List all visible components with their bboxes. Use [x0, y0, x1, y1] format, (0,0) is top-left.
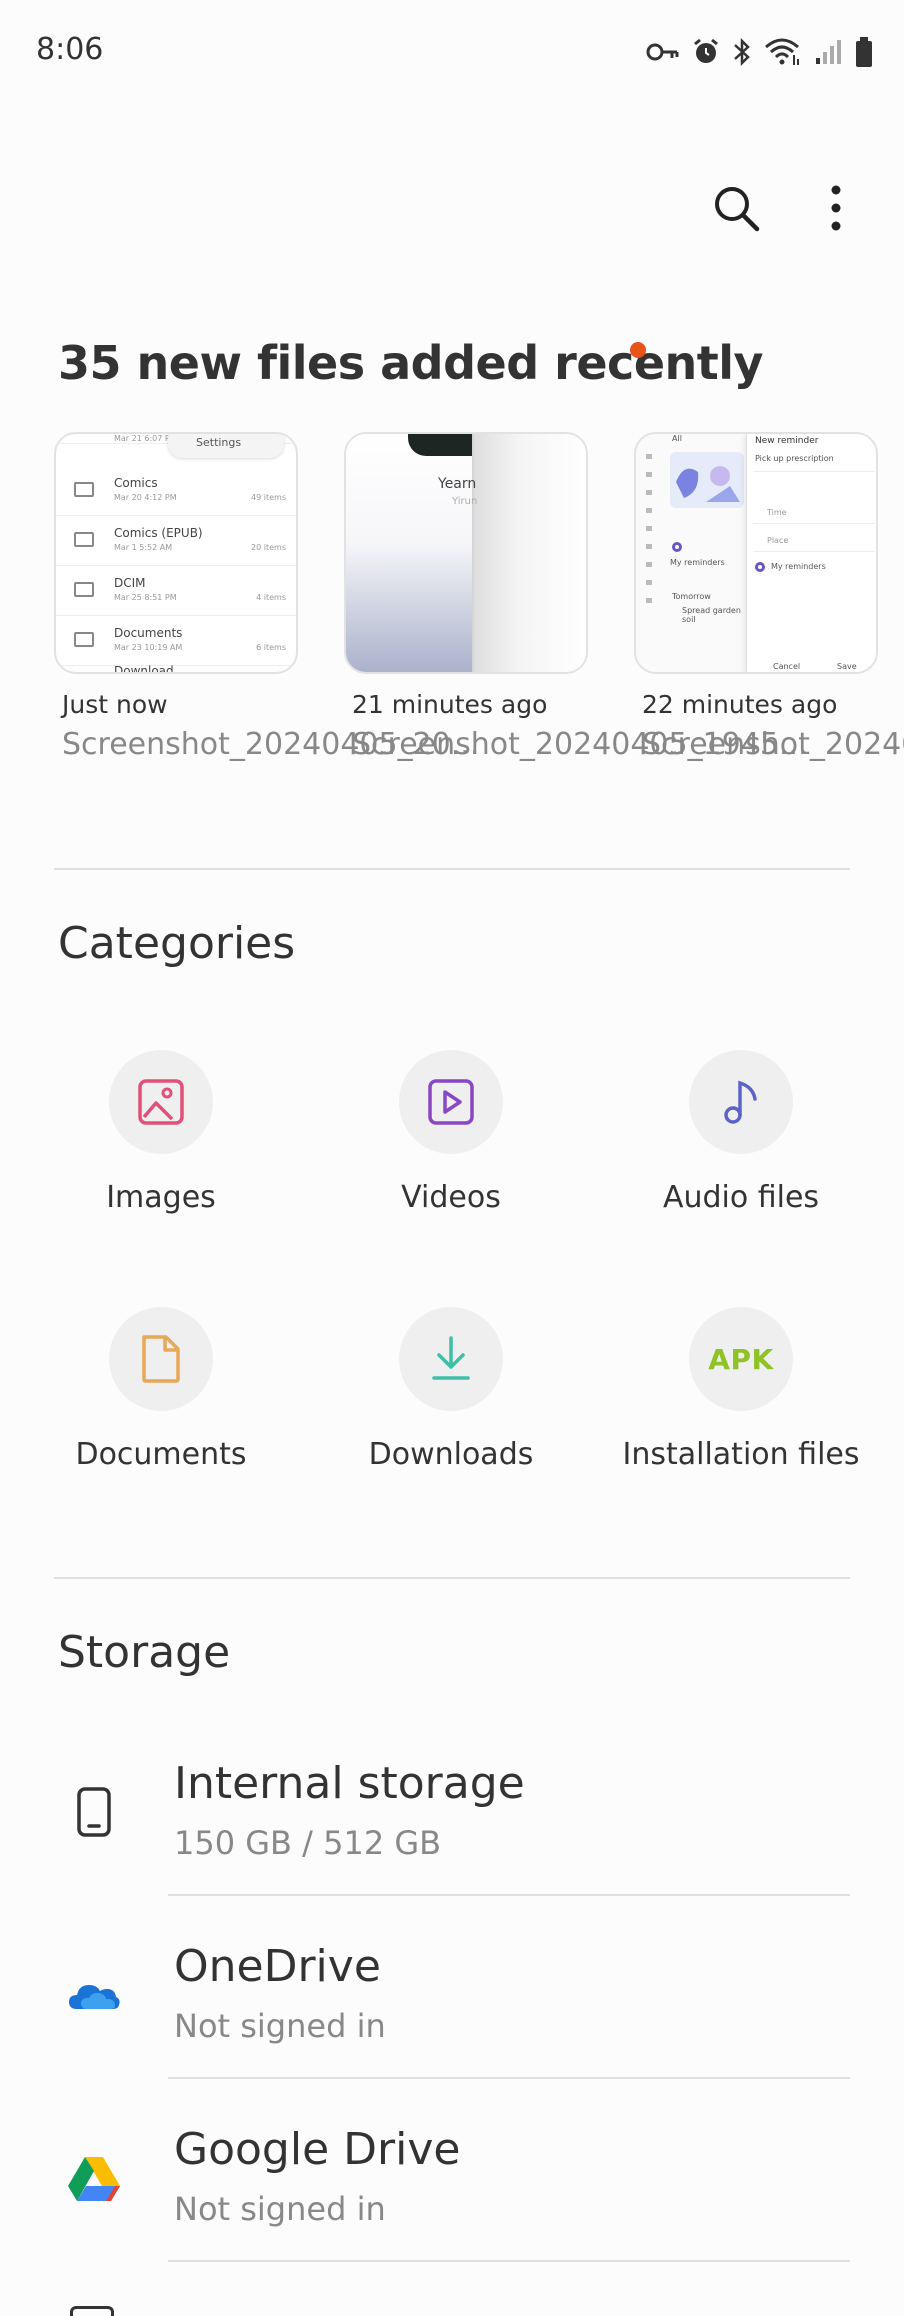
- storage-internal[interactable]: Internal storage 150 GB / 512 GB: [0, 1740, 904, 1920]
- google-drive-icon: [68, 2157, 120, 2201]
- folder-icon: [74, 482, 94, 497]
- more-vertical-icon: [831, 185, 841, 231]
- storage-onedrive[interactable]: OneDrive Not signed in: [0, 1923, 904, 2103]
- music-note-icon: [724, 1080, 757, 1124]
- alarm-icon: [694, 38, 718, 63]
- section-divider: [54, 868, 850, 870]
- video-play-icon: [428, 1079, 474, 1125]
- apk-icon: APK: [708, 1342, 774, 1376]
- storage-name: Internal storage: [174, 1758, 525, 1809]
- storage-google-drive[interactable]: Google Drive Not signed in: [0, 2106, 904, 2286]
- file-time: Just now: [62, 690, 168, 719]
- bluetooth-icon: [734, 37, 750, 67]
- top-actions: [708, 180, 864, 236]
- battery-icon: [856, 37, 872, 67]
- storage-divider: [168, 2077, 850, 2079]
- recent-file-card[interactable]: All My reminders Tomorrow Spread garden …: [634, 432, 904, 765]
- category-audio[interactable]: Audio files: [596, 1050, 886, 1215]
- storage-next-item-icon: [70, 2306, 114, 2316]
- image-icon: [138, 1079, 184, 1125]
- section-divider: [54, 1577, 850, 1579]
- storage-status: Not signed in: [174, 2007, 386, 2045]
- status-bar: 8:06: [0, 0, 904, 108]
- category-label: Audio files: [662, 1180, 820, 1215]
- category-label: Downloads: [368, 1437, 534, 1472]
- category-label: Videos: [401, 1180, 501, 1215]
- document-icon: [142, 1335, 180, 1383]
- signal-icon: [816, 40, 841, 64]
- recent-files-title[interactable]: 35 new files added recently: [58, 336, 764, 390]
- category-videos[interactable]: Videos: [306, 1050, 596, 1215]
- recent-file-card[interactable]: Yearn Yirun 21 minutes ago Screenshot_20…: [344, 432, 808, 765]
- storage-divider: [168, 1894, 850, 1896]
- more-options-button[interactable]: [808, 180, 864, 236]
- file-time: 21 minutes ago: [352, 690, 548, 719]
- file-thumbnail: All My reminders Tomorrow Spread garden …: [634, 432, 878, 674]
- storage-title: Storage: [58, 1627, 231, 1678]
- recent-file-card[interactable]: Mar 21 6:07 PM Settings Comics Mar 20 4:…: [54, 432, 480, 765]
- category-installation-files[interactable]: APK Installation files: [596, 1307, 886, 1472]
- storage-divider: [168, 2260, 850, 2262]
- onedrive-icon: [69, 1985, 120, 2009]
- search-icon: [715, 187, 760, 232]
- new-badge-dot: [630, 342, 646, 358]
- my-files-home: 8:06 35 new files added recently Mar 21 …: [0, 0, 904, 2316]
- vpn-key-icon: [646, 43, 679, 61]
- file-thumbnail: Mar 21 6:07 PM Settings Comics Mar 20 4:…: [54, 432, 298, 674]
- recent-files-list: Mar 21 6:07 PM Settings Comics Mar 20 4:…: [54, 432, 904, 812]
- file-name: Screenshot_20240405_1944...: [642, 727, 904, 762]
- category-label: Documents: [75, 1437, 247, 1472]
- storage-name: Google Drive: [174, 2124, 461, 2175]
- folder-icon: [74, 532, 94, 547]
- search-button[interactable]: [708, 180, 764, 236]
- wifi-icon: [765, 38, 799, 65]
- categories-title: Categories: [58, 918, 296, 969]
- folder-icon: [74, 632, 94, 647]
- category-label: Installation files: [622, 1437, 860, 1472]
- storage-usage: 150 GB / 512 GB: [174, 1824, 442, 1862]
- download-icon: [432, 1336, 470, 1380]
- file-name: Screenshot_20240405_1945...: [352, 727, 808, 762]
- folder-icon: [74, 582, 94, 597]
- category-downloads[interactable]: Downloads: [306, 1307, 596, 1472]
- thumb-settings-pill: Settings: [168, 434, 284, 458]
- status-time: 8:06: [36, 32, 104, 67]
- category-documents[interactable]: Documents: [16, 1307, 306, 1472]
- file-time: 22 minutes ago: [642, 690, 838, 719]
- status-icons: [646, 36, 874, 68]
- storage-name: OneDrive: [174, 1941, 381, 1992]
- phone-icon: [77, 1787, 111, 1837]
- category-label: Images: [106, 1180, 216, 1215]
- file-thumbnail: Yearn Yirun: [344, 432, 588, 674]
- file-name: Screenshot_20240405_20...: [62, 727, 480, 762]
- storage-status: Not signed in: [174, 2190, 386, 2228]
- category-images[interactable]: Images: [16, 1050, 306, 1215]
